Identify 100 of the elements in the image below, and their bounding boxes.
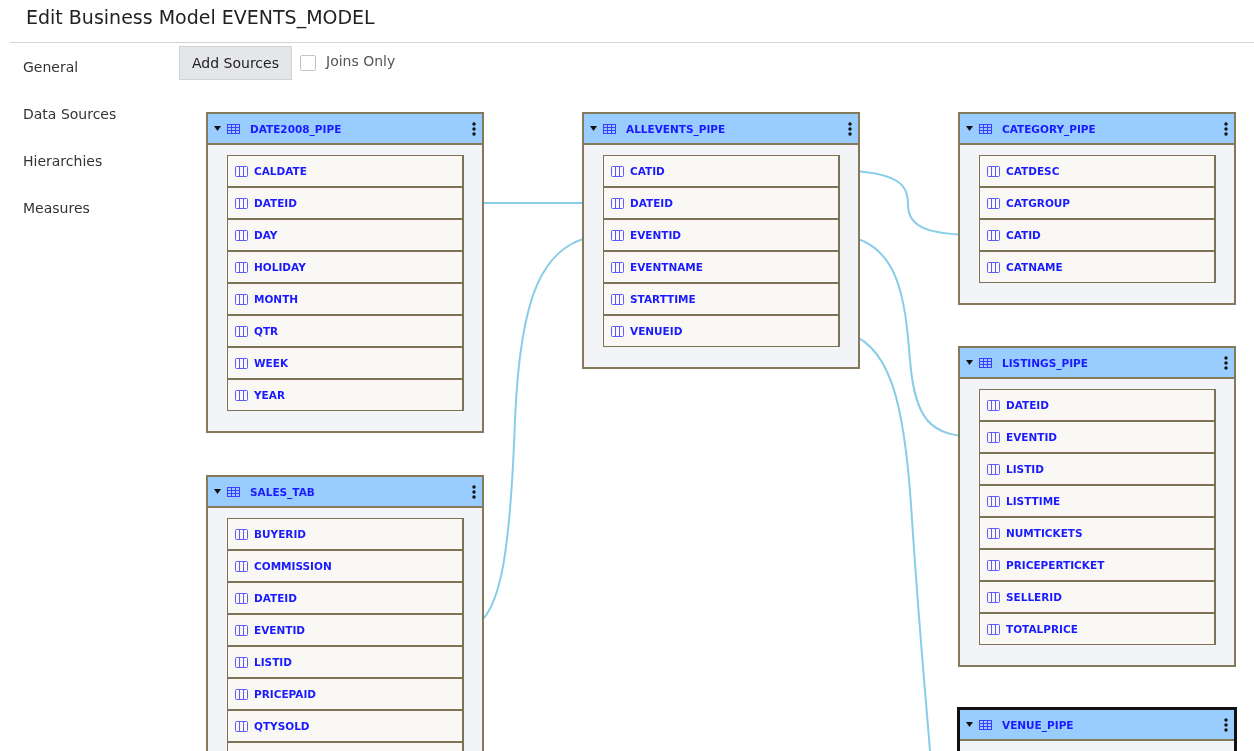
column-icon [611, 261, 624, 273]
table-card[interactable]: SALES_TAB BUYERID COMMISSION DATEID EVENTID LISTID PRICEPAID QTYSOLD [206, 475, 484, 751]
column-icon [611, 165, 624, 177]
more-icon[interactable] [1224, 355, 1228, 370]
add-sources-button[interactable]: Add Sources [179, 46, 292, 80]
nav-item[interactable]: Hierarchies [23, 152, 117, 171]
column-icon [235, 229, 248, 241]
column-name: NUMTICKETS [1006, 527, 1083, 539]
more-icon[interactable] [848, 121, 852, 136]
table-name: CATEGORY_PIPE [1002, 122, 1097, 135]
column-name: LISTID [254, 656, 292, 668]
column-name: PRICEPAID [254, 688, 317, 700]
caret-icon[interactable] [590, 126, 597, 131]
column-name: TOTALPRICE [1006, 623, 1078, 635]
column-icon [987, 229, 1000, 241]
caret-icon[interactable] [966, 360, 973, 365]
table-card[interactable]: DATE2008_PIPE CALDATE DATEID DAY HOLIDAY MONTH QTR WEEK YEAR [206, 112, 484, 433]
column-row[interactable]: EVENTID [979, 421, 1216, 453]
column-icon [611, 293, 624, 305]
more-icon[interactable] [472, 121, 476, 136]
column-row[interactable]: DATEID [227, 582, 464, 614]
more-icon[interactable] [1224, 121, 1228, 136]
column-icon [235, 357, 248, 369]
column-name: CATID [630, 165, 665, 177]
more-icon[interactable] [472, 484, 476, 499]
column-row[interactable]: DAY [227, 219, 464, 251]
column-row[interactable]: BUYERID [227, 518, 464, 550]
column-icon [611, 229, 624, 241]
column-name: EVENTID [630, 229, 682, 241]
table-name: ALLEVENTS_PIPE [626, 122, 727, 135]
column-name: EVENTNAME [630, 261, 703, 273]
checkbox[interactable] [300, 55, 316, 71]
column-row[interactable]: LISTID [979, 453, 1216, 485]
column-row[interactable]: CATGROUP [979, 187, 1216, 219]
nav-item[interactable]: Data Sources [23, 105, 117, 124]
column-row[interactable]: YEAR [227, 379, 464, 411]
column-icon [987, 399, 1000, 411]
column-name: CATID [1006, 229, 1041, 241]
column-row[interactable]: CATID [979, 219, 1216, 251]
column-name: DATEID [630, 197, 673, 209]
table-card[interactable]: LISTINGS_PIPE DATEID EVENTID LISTID LISTTIME NUMTICKETS PRICEPERTICKET SELLERID TOTALPRICE [958, 346, 1236, 667]
column-row[interactable]: EVENTNAME [603, 251, 840, 283]
table-card[interactable]: VENUE_PIPE [957, 707, 1237, 751]
column-row[interactable]: LISTTIME [979, 485, 1216, 517]
column-row[interactable]: NUMTICKETS [979, 517, 1216, 549]
column-row[interactable]: COMMISSION [227, 550, 464, 582]
column-row[interactable]: MONTH [227, 283, 464, 315]
column-row[interactable]: QTYSOLD [227, 710, 464, 742]
column-row[interactable]: STARTTIME [603, 283, 840, 315]
column-icon [987, 559, 1000, 571]
column-row[interactable]: CATID [603, 155, 840, 187]
column-icon [987, 591, 1000, 603]
column-icon [235, 624, 248, 636]
column-icon [235, 293, 248, 305]
column-name: YEAR [254, 389, 285, 401]
table-name: VENUE_PIPE [1002, 718, 1075, 731]
column-row[interactable]: SELLERID [979, 581, 1216, 613]
checkbox-label: Joins Only [326, 53, 396, 69]
column-icon [987, 527, 1000, 539]
column-row[interactable]: LISTID [227, 646, 464, 678]
column-row[interactable]: CATNAME [979, 251, 1216, 283]
column-row[interactable]: VENUEID [603, 315, 840, 347]
column-icon [611, 197, 624, 209]
column-icon [235, 592, 248, 604]
column-name: SELLERID [1006, 591, 1062, 603]
page-title: Edit Business Model EVENTS_MODEL [26, 6, 375, 28]
column-icon [235, 528, 248, 540]
column-row[interactable]: CALDATE [227, 155, 464, 187]
caret-icon[interactable] [966, 722, 973, 727]
column-icon [235, 688, 248, 700]
column-name: EVENTID [254, 624, 306, 636]
column-name: MONTH [254, 293, 299, 305]
column-row[interactable]: WEEK [227, 347, 464, 379]
column-row[interactable]: HOLIDAY [227, 251, 464, 283]
column-row[interactable]: DATEID [979, 389, 1216, 421]
table-card[interactable]: ALLEVENTS_PIPE CATID DATEID EVENTID EVENTNAME STARTTIME VENUEID [582, 112, 860, 369]
caret-icon[interactable] [214, 489, 221, 494]
column-name: VENUEID [630, 325, 683, 337]
caret-icon[interactable] [966, 126, 973, 131]
table-icon [979, 123, 992, 134]
column-row[interactable]: DATEID [603, 187, 840, 219]
column-row[interactable]: DATEID [227, 187, 464, 219]
column-row[interactable]: PRICEPAID [227, 678, 464, 710]
caret-icon[interactable] [214, 126, 221, 131]
column-row[interactable]: QTR [227, 315, 464, 347]
column-name: DATEID [254, 592, 297, 604]
column-row[interactable]: TOTALPRICE [979, 613, 1216, 645]
column-row[interactable]: PRICEPERTICKET [979, 549, 1216, 581]
column-row[interactable]: EVENTID [603, 219, 840, 251]
nav-item[interactable]: General [23, 58, 117, 77]
column-row[interactable]: EVENTID [227, 614, 464, 646]
column-icon [235, 325, 248, 337]
more-icon[interactable] [1224, 717, 1228, 732]
column-name: QTYSOLD [254, 720, 310, 732]
column-icon [987, 495, 1000, 507]
column-name: STARTTIME [630, 293, 696, 305]
table-icon [603, 123, 616, 134]
table-card[interactable]: CATEGORY_PIPE CATDESC CATGROUP CATID CATNAME [958, 112, 1236, 305]
nav-item[interactable]: Measures [23, 199, 117, 218]
column-row[interactable]: CATDESC [979, 155, 1216, 187]
